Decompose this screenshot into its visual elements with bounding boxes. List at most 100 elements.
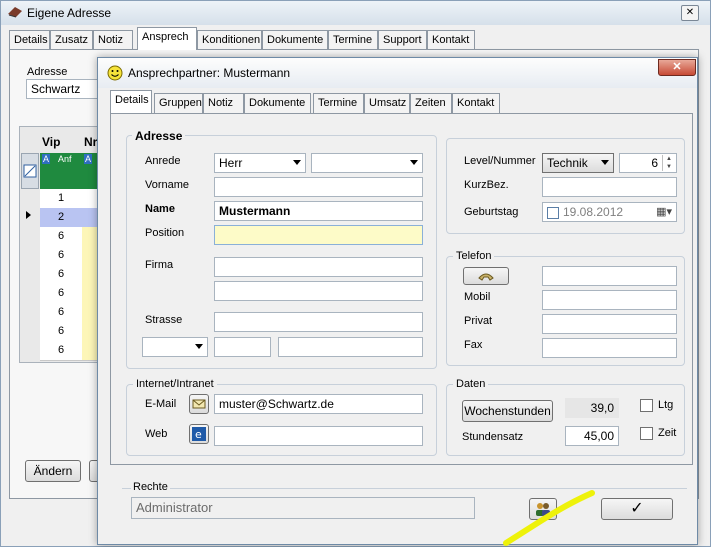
- wochenstunden-button[interactable]: Wochenstunden: [462, 400, 553, 422]
- ok-button[interactable]: ✓: [601, 498, 673, 520]
- filter-a-icon: A: [42, 154, 51, 164]
- svg-text:e: e: [195, 428, 202, 441]
- grid-cell-vip: 6: [40, 227, 82, 246]
- vorname-label: Vorname: [145, 179, 190, 191]
- back-tab-dokumente[interactable]: Dokumente: [262, 30, 328, 50]
- grid-cell-vip: 6: [40, 284, 82, 303]
- telefon-title: Telefon: [453, 250, 495, 262]
- table-row[interactable]: 2: [40, 208, 102, 228]
- back-window-title: Eigene Adresse: [27, 6, 112, 20]
- table-row[interactable]: 6: [40, 246, 102, 266]
- position-field[interactable]: [214, 225, 423, 245]
- table-row[interactable]: 6: [40, 284, 102, 304]
- table-row[interactable]: 6: [40, 265, 102, 285]
- geburtstag-checkbox[interactable]: [547, 207, 559, 219]
- grid-filter-vip[interactable]: A Anf: [40, 153, 82, 189]
- privat-label: Privat: [464, 315, 493, 327]
- mobil-field[interactable]: [542, 290, 677, 310]
- back-contacts-grid: Vip Nr A Anf A 126666666: [19, 126, 103, 363]
- stundensatz-field[interactable]: 45,00: [565, 426, 619, 446]
- zeit-checkbox[interactable]: [640, 427, 653, 440]
- back-tab-support[interactable]: Support: [378, 30, 427, 50]
- firma-field-1[interactable]: [214, 257, 423, 277]
- fax-field[interactable]: [542, 338, 677, 358]
- firma-label: Firma: [145, 259, 174, 271]
- geburtstag-datepicker[interactable]: 19.08.2012 ▦▾: [542, 202, 677, 222]
- dialog-tab-strip: Details Gruppen Notiz Dokumente Termine …: [110, 90, 690, 113]
- table-row[interactable]: 6: [40, 227, 102, 247]
- table-row[interactable]: 1: [40, 189, 102, 209]
- titel-select[interactable]: [311, 153, 423, 173]
- telefon-field[interactable]: [542, 266, 677, 286]
- telefon-dial-button[interactable]: [463, 267, 509, 285]
- back-tab-details[interactable]: Details: [9, 30, 50, 50]
- plz-field[interactable]: [214, 337, 271, 357]
- table-row[interactable]: 6: [40, 303, 102, 323]
- anrede-value: Herr: [219, 156, 243, 170]
- dialog-title: Ansprechpartner: Mustermann: [128, 66, 291, 80]
- back-adresse-label: Adresse: [27, 66, 68, 78]
- chevron-down-icon: [293, 160, 301, 165]
- tab-gruppen[interactable]: Gruppen: [154, 93, 203, 113]
- tab-zeiten[interactable]: Zeiten: [410, 93, 452, 113]
- level-select[interactable]: Technik: [542, 153, 614, 173]
- ort-field[interactable]: [278, 337, 423, 357]
- grid-cell-vip: 6: [40, 246, 82, 265]
- name-field[interactable]: Mustermann: [214, 201, 423, 221]
- geburtstag-label: Geburtstag: [464, 206, 519, 218]
- back-tab-kontakt[interactable]: Kontakt: [427, 30, 475, 50]
- back-tab-termine[interactable]: Termine: [328, 30, 378, 50]
- rechte-title: Rechte: [131, 481, 170, 493]
- spinner-arrows-icon[interactable]: ▲ ▼: [662, 155, 675, 171]
- tab-umsatz[interactable]: Umsatz: [364, 93, 410, 113]
- table-row[interactable]: 6: [40, 341, 102, 361]
- nummer-spinner[interactable]: 6 ▲ ▼: [619, 153, 677, 173]
- email-label: E-Mail: [145, 398, 177, 410]
- kurzbez-field[interactable]: [542, 177, 677, 197]
- land-select[interactable]: [142, 337, 208, 357]
- grid-select-all[interactable]: [21, 153, 39, 189]
- rechte-divider: [122, 488, 687, 489]
- back-tab-zusatz[interactable]: Zusatz: [50, 30, 93, 50]
- close-icon[interactable]: ✕: [681, 5, 699, 21]
- ansprechpartner-dialog: Ansprechpartner: Mustermann ✕ Details Gr…: [97, 57, 698, 545]
- email-icon: [192, 399, 206, 409]
- strasse-field[interactable]: [214, 312, 423, 332]
- web-field[interactable]: [214, 426, 423, 446]
- back-tab-ansprech[interactable]: Ansprech: [137, 27, 197, 50]
- grid-header-nr: Nr: [84, 135, 98, 149]
- tab-details[interactable]: Details: [110, 90, 152, 113]
- zeit-label: Zeit: [658, 427, 677, 439]
- grid-cell-vip: 6: [40, 303, 82, 322]
- table-row[interactable]: 6: [40, 322, 102, 342]
- internet-title: Internet/Intranet: [133, 378, 217, 390]
- dialog-titlebar: Ansprechpartner: Mustermann ✕: [98, 58, 697, 88]
- tab-termine[interactable]: Termine: [313, 93, 364, 113]
- web-label: Web: [145, 428, 168, 440]
- calendar-dropdown-icon[interactable]: ▦▾: [656, 205, 672, 218]
- position-label: Position: [145, 227, 185, 239]
- email-field[interactable]: muster@Schwartz.de: [214, 394, 423, 414]
- privat-field[interactable]: [542, 314, 677, 334]
- aendern-button[interactable]: Ändern: [25, 460, 81, 482]
- vorname-field[interactable]: [214, 177, 423, 197]
- tab-notiz[interactable]: Notiz: [203, 93, 244, 113]
- ltg-checkbox[interactable]: [640, 399, 653, 412]
- chevron-down-icon-3: [195, 344, 203, 349]
- back-adresse-field[interactable]: Schwartz: [26, 79, 106, 99]
- firma-field-2[interactable]: [214, 281, 423, 301]
- email-send-button[interactable]: [189, 394, 209, 414]
- ltg-label: Ltg: [658, 399, 674, 411]
- web-open-button[interactable]: e: [189, 424, 209, 444]
- back-tab-konditionen[interactable]: Konditionen: [197, 30, 262, 50]
- kurzbez-label: KurzBez.: [464, 179, 509, 191]
- grid-header-vip: Vip: [42, 135, 61, 149]
- strasse-label: Strasse: [145, 314, 183, 326]
- anrede-label: Anrede: [145, 155, 181, 167]
- anrede-select[interactable]: Herr: [214, 153, 306, 173]
- dialog-close-icon[interactable]: ✕: [658, 59, 696, 76]
- tab-dokumente[interactable]: Dokumente: [244, 93, 311, 113]
- back-tab-notiz[interactable]: Notiz: [93, 30, 133, 50]
- tab-kontakt[interactable]: Kontakt: [452, 93, 500, 113]
- back-tab-strip: Details Zusatz Notiz Ansprech Konditione…: [9, 27, 699, 50]
